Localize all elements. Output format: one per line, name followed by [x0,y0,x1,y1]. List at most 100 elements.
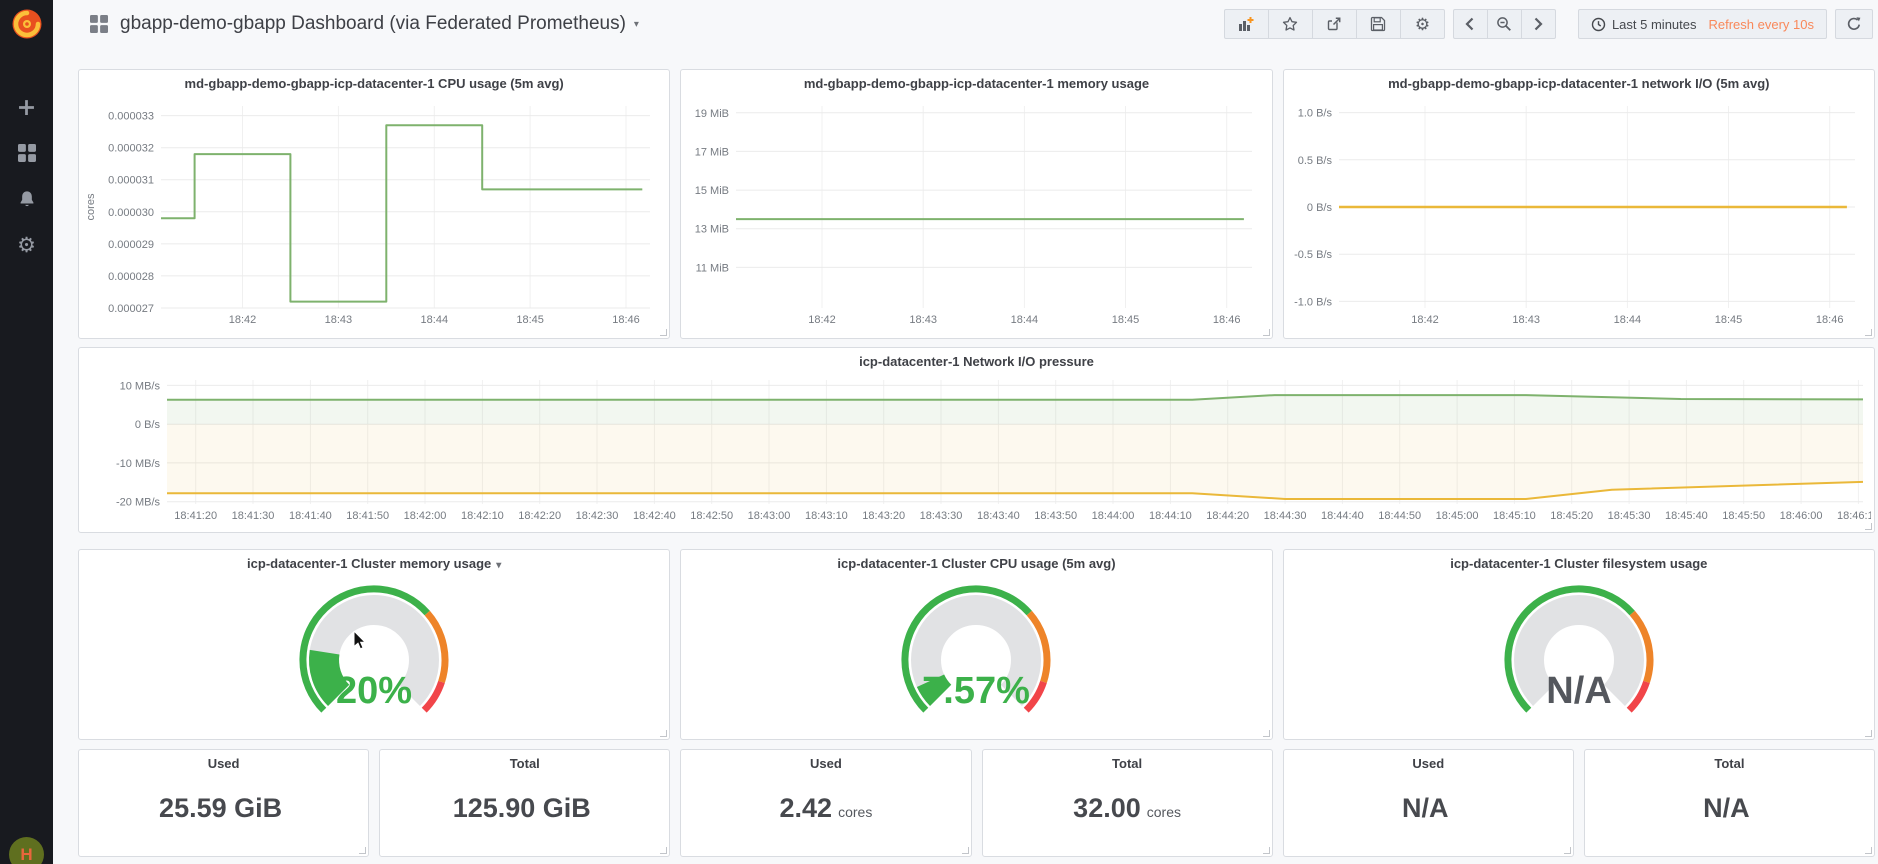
sidebar: ⚙ H [0,0,53,864]
save-icon [1370,16,1386,32]
chevron-right-icon [1532,17,1544,31]
panel-actions-group: ⚙ [1224,9,1445,39]
panel-title[interactable]: icp-datacenter-1 Cluster filesystem usag… [1284,556,1874,571]
svg-text:18:45:20: 18:45:20 [1550,510,1593,522]
settings-gear-icon[interactable]: ⚙ [16,234,38,256]
panel-title[interactable]: md-gbapp-demo-gbapp-icp-datacenter-1 mem… [681,76,1271,91]
panel-stat-fs-used: Used N/A [1283,749,1574,857]
stat-value: N/A [1402,793,1449,824]
user-avatar[interactable]: H [9,837,44,864]
panel-title[interactable]: md-gbapp-demo-gbapp-icp-datacenter-1 net… [1284,76,1874,91]
panel-title[interactable]: icp-datacenter-1 Cluster CPU usage (5m a… [681,556,1271,571]
panel-stat-cpu-total: Total 32.00 cores [982,749,1273,857]
resize-handle[interactable] [660,329,667,336]
network-io-chart[interactable]: 18:4218:4318:4418:4518:461.0 B/s0.5 B/s0… [1287,98,1871,334]
time-nav-group [1453,9,1556,39]
save-button[interactable] [1356,9,1401,39]
svg-text:N/A: N/A [1546,670,1611,712]
star-icon [1282,16,1298,32]
dashboard-grid: md-gbapp-demo-gbapp-icp-datacenter-1 CPU… [53,48,1878,857]
resize-handle[interactable] [1564,847,1571,854]
chevron-down-icon[interactable]: ▾ [634,19,639,30]
svg-text:18:41:20: 18:41:20 [174,510,217,522]
svg-text:0 B/s: 0 B/s [1307,202,1333,214]
stat-title[interactable]: Total [510,756,540,771]
stat-unit: cores [838,804,872,820]
main-area: gbapp-demo-gbapp Dashboard (via Federate… [53,0,1878,864]
svg-text:18:42:10: 18:42:10 [461,510,504,522]
zoom-out-icon [1496,16,1512,32]
panel-menu-caret-icon[interactable]: ▾ [496,560,501,571]
zoom-out-button[interactable] [1487,9,1522,39]
svg-text:18:45:10: 18:45:10 [1493,510,1536,522]
stat-title[interactable]: Used [810,756,842,771]
memory-usage-chart[interactable]: 18:4218:4318:4418:4518:4619 MiB17 MiB15 … [684,98,1268,334]
resize-handle[interactable] [1865,329,1872,336]
alerting-bell-icon[interactable] [16,188,38,210]
panel-stat-memory-used: Used 25.59 GiB [78,749,369,857]
panel-title[interactable]: icp-datacenter-1 Network I/O pressure [79,354,1874,369]
resize-handle[interactable] [1865,523,1872,530]
cpu-gauge: 7.57% [876,572,1076,734]
dashboard-header: gbapp-demo-gbapp Dashboard (via Federate… [53,0,1878,48]
resize-handle[interactable] [1263,847,1270,854]
resize-handle[interactable] [1263,329,1270,336]
resize-handle[interactable] [359,847,366,854]
svg-text:0.000031: 0.000031 [108,175,154,187]
panel-cpu-usage: md-gbapp-demo-gbapp-icp-datacenter-1 CPU… [78,69,670,339]
svg-text:11 MiB: 11 MiB [696,262,729,274]
panel-title[interactable]: md-gbapp-demo-gbapp-icp-datacenter-1 CPU… [79,76,669,91]
panel-settings-button[interactable]: ⚙ [1400,9,1445,39]
panel-memory-usage: md-gbapp-demo-gbapp-icp-datacenter-1 mem… [680,69,1272,339]
time-back-button[interactable] [1453,9,1488,39]
svg-text:0.000029: 0.000029 [108,239,154,251]
star-button[interactable] [1268,9,1313,39]
svg-text:18:46: 18:46 [612,314,640,326]
create-plus-icon[interactable] [16,96,38,118]
share-button[interactable] [1312,9,1357,39]
stat-value: 32.00 [1073,793,1141,824]
time-range-button[interactable]: Last 5 minutes Refresh every 10s [1578,9,1827,39]
resize-handle[interactable] [660,847,667,854]
stat-title[interactable]: Used [1412,756,1444,771]
svg-text:0.000028: 0.000028 [108,271,154,283]
svg-text:1.0 B/s: 1.0 B/s [1297,108,1332,120]
dashboard-title[interactable]: gbapp-demo-gbapp Dashboard (via Federate… [120,13,626,35]
sidebar-nav: ⚙ [0,96,53,256]
resize-handle[interactable] [660,730,667,737]
svg-text:18:43:50: 18:43:50 [1034,510,1077,522]
grafana-logo-icon [10,7,44,41]
svg-text:18:43:00: 18:43:00 [748,510,791,522]
stat-title[interactable]: Total [1714,756,1744,771]
panel-network-io: md-gbapp-demo-gbapp-icp-datacenter-1 net… [1283,69,1875,339]
resize-handle[interactable] [1865,847,1872,854]
add-panel-button[interactable] [1224,9,1269,39]
filesystem-gauge: N/A [1479,572,1679,734]
panel-stat-memory-total: Total 125.90 GiB [379,749,670,857]
refresh-button[interactable] [1835,9,1873,39]
svg-text:17 MiB: 17 MiB [695,146,729,158]
svg-text:18:42: 18:42 [1411,314,1439,326]
resize-handle[interactable] [1865,730,1872,737]
resize-handle[interactable] [962,847,969,854]
stat-unit: cores [1147,804,1181,820]
resize-handle[interactable] [1263,730,1270,737]
svg-text:18:41:30: 18:41:30 [232,510,275,522]
svg-text:20%: 20% [336,670,412,712]
svg-text:18:45: 18:45 [1714,314,1742,326]
stat-title[interactable]: Used [208,756,240,771]
svg-text:18:44:50: 18:44:50 [1378,510,1421,522]
panel-stat-fs-total: Total N/A [1584,749,1875,857]
svg-text:cores: cores [85,193,97,220]
time-forward-button[interactable] [1521,9,1556,39]
panel-gauge-filesystem: icp-datacenter-1 Cluster filesystem usag… [1283,549,1875,740]
dashboard-picker-icon[interactable] [90,15,108,33]
grafana-logo[interactable] [10,7,44,41]
dashboards-grid-icon[interactable] [16,142,38,164]
network-pressure-chart[interactable]: 18:41:2018:41:3018:41:4018:41:5018:42:00… [82,374,1871,530]
chevron-left-icon [1464,17,1476,31]
svg-text:18:43:30: 18:43:30 [920,510,963,522]
stat-title[interactable]: Total [1112,756,1142,771]
cpu-usage-chart[interactable]: 18:4218:4318:4418:4518:460.0000330.00003… [82,98,666,334]
svg-text:18:43:40: 18:43:40 [977,510,1020,522]
